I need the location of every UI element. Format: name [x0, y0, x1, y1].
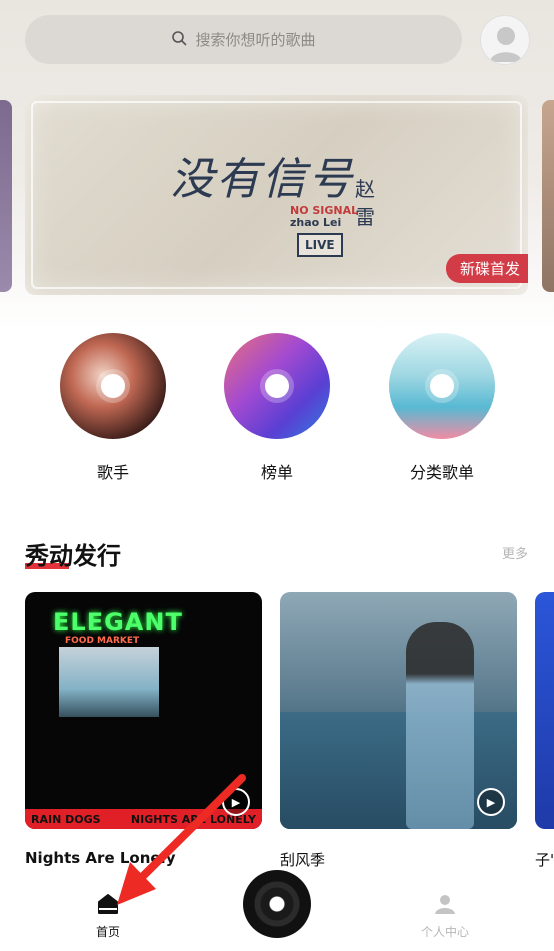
- search-placeholder: 搜索你想听的歌曲: [195, 31, 316, 49]
- charts-disc-icon: [224, 333, 330, 439]
- category-playlists[interactable]: 分类歌单: [389, 333, 495, 483]
- album-title[interactable]: 刮风季: [280, 849, 325, 870]
- banner-subtitle-line2: zhao Lei: [290, 216, 342, 229]
- category-charts[interactable]: 榜单: [224, 333, 330, 483]
- album-strip-left: RAIN DOGS: [31, 812, 101, 826]
- person-icon: [435, 895, 455, 914]
- search-icon: [171, 30, 187, 50]
- category-singers[interactable]: 歌手: [60, 333, 166, 483]
- album-card[interactable]: ELEGANT FOOD MARKET RAIN DOGS NIGHTS ARE…: [25, 592, 262, 829]
- category-label: 歌手: [96, 463, 129, 482]
- nav-profile[interactable]: 个人中心: [400, 893, 490, 940]
- banner-prev-card[interactable]: [0, 100, 12, 292]
- album-card[interactable]: [535, 592, 554, 829]
- banner-next-card[interactable]: [542, 100, 554, 292]
- section-title-text: 秀动发行: [25, 542, 121, 570]
- album-cover-image: [59, 647, 159, 717]
- search-bar[interactable]: 搜索你想听的歌曲: [25, 15, 462, 64]
- playlists-disc-icon: [389, 333, 495, 439]
- banner-title: 没有信号: [170, 154, 354, 205]
- section-title: 秀动发行: [25, 536, 121, 571]
- album-cover-figure: [406, 622, 474, 829]
- play-icon[interactable]: ▶: [477, 788, 505, 816]
- banner-subtitle: NO SIGNAL zhao Lei: [290, 205, 358, 229]
- category-label: 榜单: [260, 463, 293, 482]
- album-cover-subsign: FOOD MARKET: [65, 636, 140, 646]
- album-cover-sign: ELEGANT: [53, 608, 183, 636]
- album-card[interactable]: ▶: [280, 592, 517, 829]
- banner-artist: 赵雷: [355, 177, 375, 229]
- play-icon[interactable]: ▶: [222, 788, 250, 816]
- nav-home-label: 首页: [95, 925, 120, 939]
- nav-home[interactable]: 首页: [63, 893, 153, 940]
- singers-disc-icon: [60, 333, 166, 439]
- home-icon: [98, 894, 118, 914]
- category-label: 分类歌单: [409, 463, 474, 482]
- banner-tag: 新碟首发: [445, 254, 528, 283]
- album-title[interactable]: Nights Are Lonely: [25, 849, 175, 867]
- avatar[interactable]: [480, 15, 530, 65]
- banner-live-label: LIVE: [297, 233, 343, 257]
- banner[interactable]: 没有信号 赵雷 NO SIGNAL zhao Lei LIVE 新碟首发: [25, 95, 528, 295]
- more-link[interactable]: 更多: [502, 543, 528, 562]
- nav-profile-label: 个人中心: [420, 925, 469, 939]
- now-playing-disc-icon[interactable]: [243, 870, 311, 938]
- album-title[interactable]: 子': [535, 849, 554, 870]
- user-avatar-icon: [490, 27, 522, 62]
